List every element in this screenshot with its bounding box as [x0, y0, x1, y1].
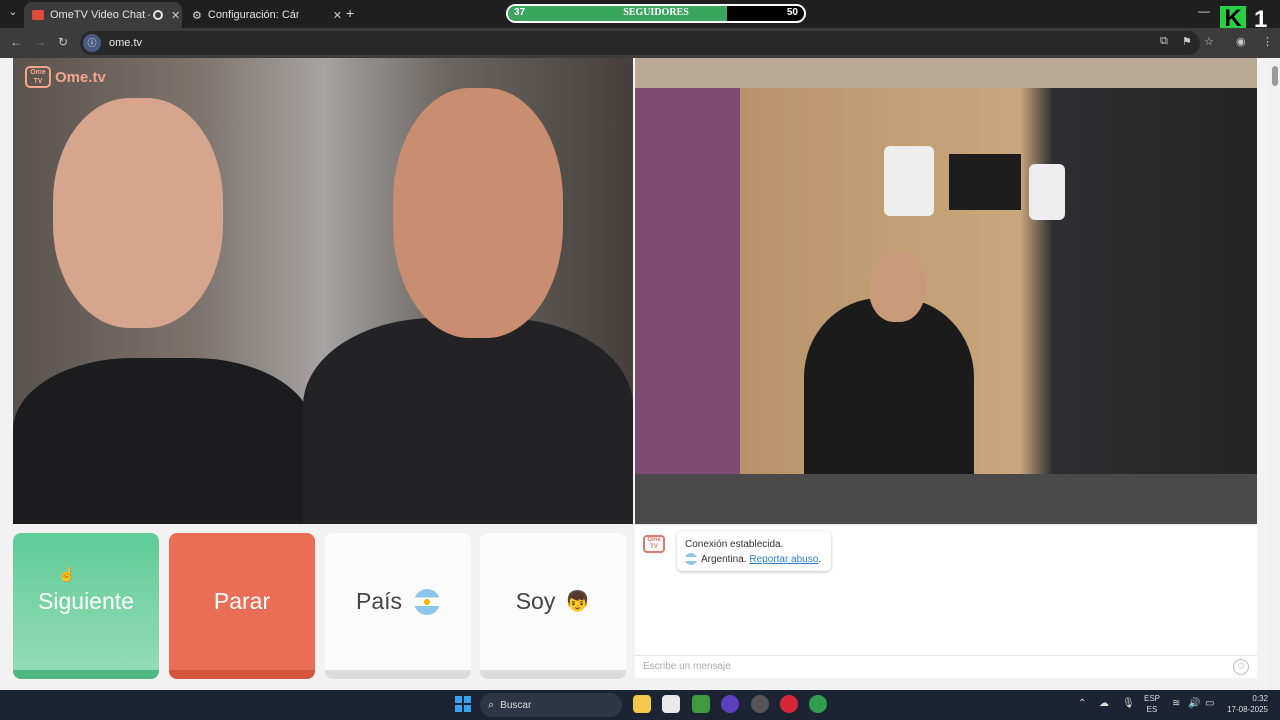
- url-field[interactable]: ⓘ ome.tv: [80, 31, 1200, 55]
- tab-ometv[interactable]: OmeTV Video Chat — Ome ✕: [24, 2, 182, 28]
- mouse-cursor-icon: ☝: [58, 566, 76, 582]
- emoji-smile-icon[interactable]: ☺: [1233, 659, 1249, 675]
- page-scrollbar[interactable]: [1270, 58, 1280, 690]
- argentina-flag-icon: [414, 588, 441, 615]
- minecraft-icon[interactable]: [692, 695, 710, 713]
- country-button-label: País: [355, 588, 403, 614]
- message-bar: Escribe un mensaje ☺: [635, 655, 1257, 679]
- opera-icon[interactable]: [780, 695, 798, 713]
- reload-icon[interactable]: ↻: [58, 35, 68, 49]
- tab-search-icon[interactable]: ⌄: [4, 4, 22, 22]
- browser-tabstrip: ⌄ OmeTV Video Chat — Ome ✕ ⚙ Configuraci…: [0, 0, 1280, 33]
- steam-icon[interactable]: [751, 695, 769, 713]
- chat-panel: Ome TV Conexión establecida. Argentina. …: [635, 524, 1257, 678]
- close-tab-icon[interactable]: ✕: [171, 9, 180, 22]
- stranger-video: [635, 58, 1257, 524]
- report-abuse-link[interactable]: Reportar abuso: [749, 554, 818, 565]
- clock-date: 17-08-2025: [1227, 705, 1268, 714]
- search-icon: ⌕: [488, 698, 495, 711]
- profile-icon[interactable]: ◉: [1236, 35, 1246, 48]
- back-icon[interactable]: ←: [10, 35, 22, 49]
- cast-icon[interactable]: ⧉: [1160, 35, 1168, 48]
- gear-icon: ⚙: [192, 9, 202, 22]
- connection-status: Conexión establecida.: [685, 539, 784, 550]
- followers-goal: 50: [786, 7, 798, 18]
- windows-taskbar: ⌕ Buscar ⌃ ☁ 🎙 ESP ES ≋ 🔊 ▭ 0:32 17-08-2…: [0, 690, 1280, 720]
- close-tab-icon[interactable]: ✕: [333, 9, 342, 22]
- store-icon[interactable]: [662, 695, 680, 713]
- clock-time: 0:32: [1252, 694, 1268, 703]
- bookmark-star-icon[interactable]: ☆: [1204, 35, 1214, 48]
- new-tab-button[interactable]: +: [346, 5, 354, 21]
- next-button-label: Siguiente: [38, 588, 134, 614]
- local-camera-video: Ome TV Ome.tv: [13, 58, 633, 524]
- ometv-logo: Ome TV Ome.tv: [25, 66, 106, 88]
- ometv-favicon-icon: [32, 10, 44, 20]
- gender-button[interactable]: Soy 👦: [480, 533, 626, 679]
- onedrive-icon[interactable]: ☁: [1099, 698, 1109, 709]
- microphone-icon[interactable]: 🎙: [1122, 698, 1135, 709]
- argentina-flag-icon: [685, 553, 697, 566]
- ometv-logo-text: Ome.tv: [55, 68, 106, 86]
- partner-country: Argentina.: [701, 554, 747, 565]
- stop-button-label: Parar: [213, 588, 271, 614]
- search-label: Buscar: [500, 699, 532, 711]
- stop-button[interactable]: Parar: [169, 533, 315, 679]
- gender-button-label: Soy: [515, 588, 556, 614]
- translate-icon[interactable]: ⚑: [1182, 35, 1192, 48]
- tab-title: OmeTV Video Chat — Ome: [50, 9, 150, 21]
- url-text: ome.tv: [109, 37, 143, 49]
- message-input[interactable]: Escribe un mensaje: [643, 661, 731, 672]
- boy-icon: 👦: [565, 591, 591, 613]
- input-language[interactable]: ESP ES: [1144, 693, 1160, 715]
- scrollbar-thumb[interactable]: [1272, 66, 1278, 86]
- recording-icon: [153, 10, 163, 20]
- taskbar-search[interactable]: ⌕ Buscar: [480, 693, 622, 717]
- tab-title: Configuración: Cámara: [207, 9, 299, 21]
- address-bar: ← → ↻ ⓘ ome.tv ⧉ ⚑ ☆ ◉ ⋮: [0, 28, 1280, 58]
- followers-goal-bar: 37 SEGUIDORES 50: [506, 4, 806, 23]
- ometv-logo-icon: Ome TV: [25, 66, 51, 88]
- battery-icon[interactable]: ▭: [1205, 698, 1214, 709]
- forward-icon[interactable]: →: [34, 35, 46, 49]
- obs-icon[interactable]: [721, 695, 739, 713]
- taskbar-clock[interactable]: 0:32 17-08-2025: [1222, 693, 1268, 715]
- chrome-icon[interactable]: [809, 695, 827, 713]
- next-button[interactable]: Siguiente: [13, 533, 159, 679]
- tray-chevron-icon[interactable]: ⌃: [1078, 698, 1086, 709]
- menu-kebab-icon[interactable]: ⋮: [1262, 35, 1273, 48]
- system-message: Conexión establecida. Argentina. Reporta…: [677, 531, 831, 571]
- ometv-chat-logo-icon: Ome TV: [643, 535, 665, 553]
- volume-icon[interactable]: 🔊: [1188, 698, 1200, 709]
- site-info-icon[interactable]: ⓘ: [83, 34, 101, 52]
- tab-settings-camera[interactable]: ⚙ Configuración: Cámara ✕: [184, 2, 342, 28]
- wifi-icon[interactable]: ≋: [1172, 698, 1180, 709]
- country-filter-button[interactable]: País: [325, 533, 471, 679]
- file-explorer-icon[interactable]: [633, 695, 651, 713]
- windows-start-icon[interactable]: [455, 696, 471, 712]
- ometv-page: Ome TV Ome.tv Siguiente Parar País Soy 👦…: [0, 58, 1280, 690]
- minimize-button[interactable]: —: [1198, 4, 1210, 18]
- followers-label: SEGUIDORES: [623, 7, 689, 18]
